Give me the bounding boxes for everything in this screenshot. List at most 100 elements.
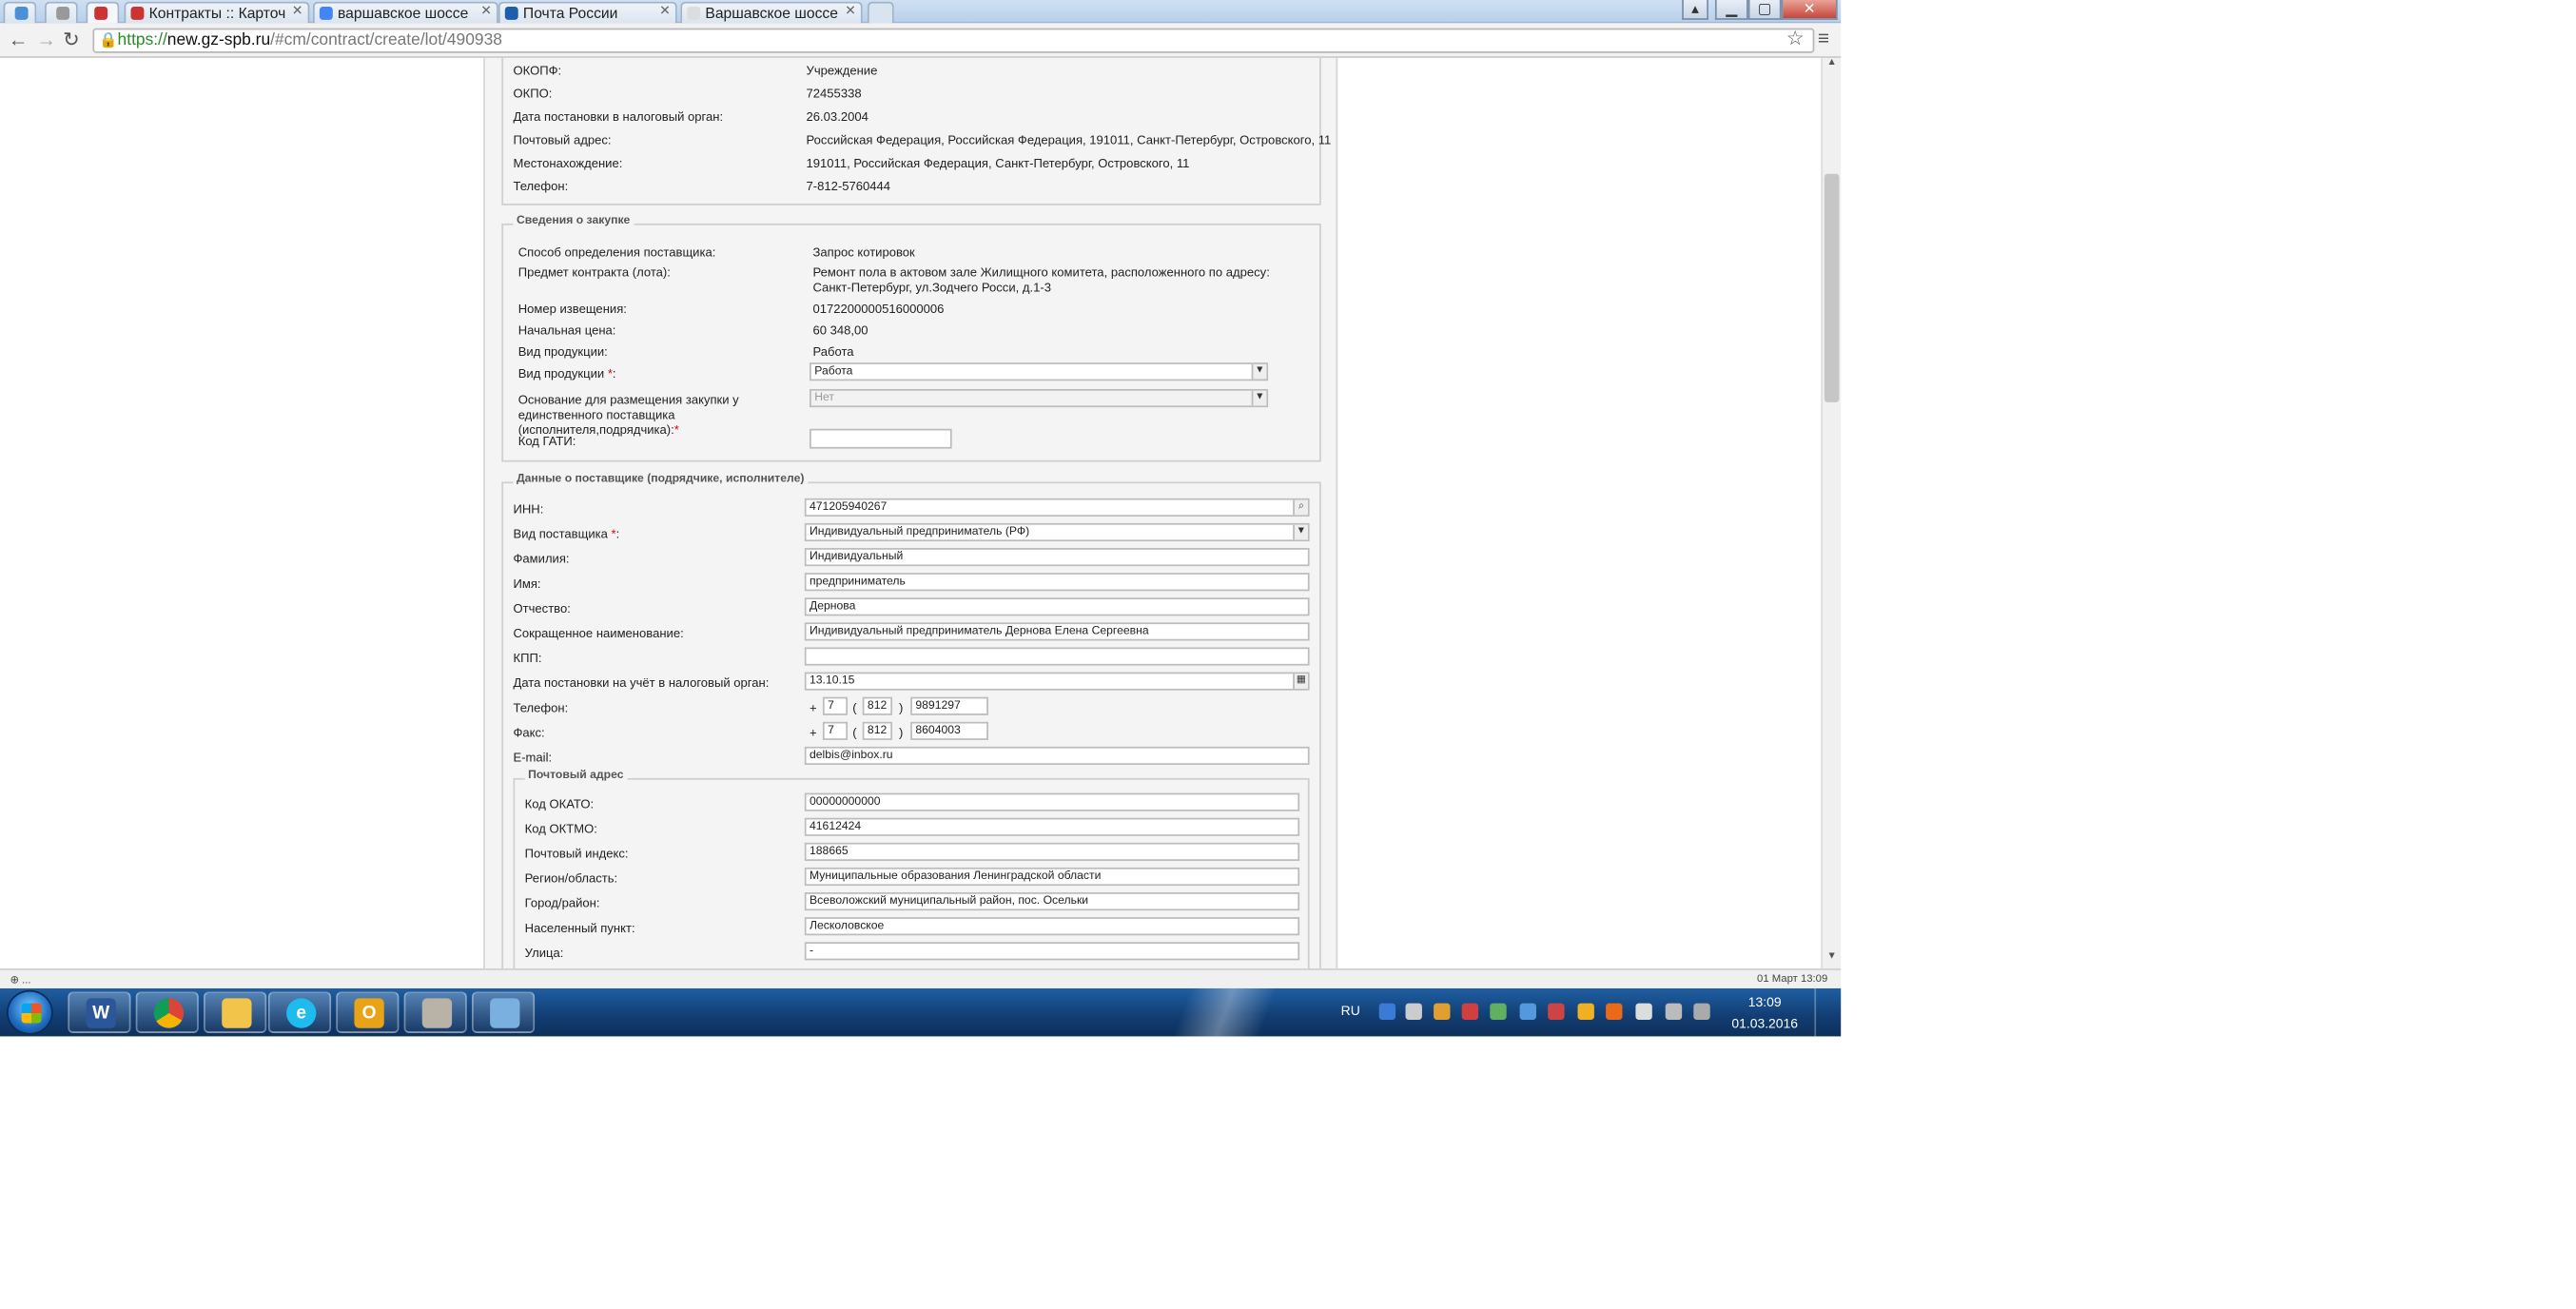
show-desktop-button[interactable] [1814, 987, 1841, 1037]
supplier-type-value: Индивидуальный предприниматель (РФ) [810, 526, 1030, 538]
url-scheme: https:// [117, 31, 167, 50]
fax-number-input[interactable]: 8604003 [910, 721, 988, 740]
internet-explorer-icon: e [286, 998, 317, 1028]
device-icon[interactable] [1405, 1003, 1422, 1021]
email-input[interactable]: delbis@inbox.ru [804, 746, 1310, 766]
tab-pinned-1[interactable] [3, 1, 37, 24]
single-basis-select[interactable]: Нет ▼ [810, 388, 1269, 408]
supplier-type-select[interactable]: Индивидуальный предприниматель (РФ) ▼ [804, 522, 1310, 542]
search-icon[interactable]: ⌕ [1293, 499, 1308, 516]
sync-icon[interactable] [1434, 1003, 1451, 1021]
bookmark-star-icon[interactable]: ☆ [1786, 27, 1805, 49]
network-icon[interactable] [1665, 1003, 1683, 1021]
close-tab-icon[interactable]: ✕ [845, 3, 856, 18]
product-type-value: Работа [812, 343, 854, 360]
address-bar[interactable]: 🔒 https://new.gz-spb.ru/#cm/contract/cre… [92, 28, 1815, 53]
tab-contracts[interactable]: Контракты :: Карточ ✕ [124, 1, 310, 24]
oktmo-value: 41612424 [810, 821, 862, 833]
network-app-icon[interactable] [1519, 1003, 1536, 1021]
calendar-icon[interactable]: ▦ [1293, 674, 1308, 689]
plus-sign: + [810, 700, 817, 715]
close-button[interactable]: ✕ [1781, 0, 1838, 20]
fax-country-input[interactable]: 7 [822, 721, 849, 740]
language-indicator[interactable]: RU [1341, 1004, 1360, 1019]
app-icon [14, 6, 29, 20]
minimize-button[interactable]: ▁ [1714, 0, 1748, 20]
word-icon: W [86, 998, 116, 1028]
email-label: E-mail: [513, 750, 553, 766]
tab-google-search[interactable]: варшавское шоссе ✕ [312, 1, 498, 24]
scroll-up-icon[interactable]: ▲ [1823, 58, 1841, 74]
forward-icon[interactable]: → [36, 29, 56, 51]
post-icon [504, 6, 518, 20]
okato-input[interactable]: 00000000000 [804, 792, 1300, 811]
tab-current[interactable] [86, 1, 120, 24]
phone-code-input[interactable]: 812 [862, 696, 893, 715]
price-label: Начальная цена: [517, 322, 616, 339]
start-button[interactable] [6, 989, 53, 1035]
taskbar-ie[interactable]: e [267, 991, 332, 1033]
status-right: 01 Март 13:09 [1757, 973, 1828, 986]
paren-open: ( [852, 700, 857, 715]
gati-input[interactable] [810, 428, 952, 449]
taskbar-word[interactable]: W [68, 991, 131, 1033]
tab-pinned-2[interactable] [44, 1, 78, 24]
taskbar-paint[interactable] [471, 991, 536, 1033]
taskbar-app-scholar[interactable] [403, 991, 467, 1033]
first-name-input[interactable]: предприниматель [804, 573, 1310, 592]
menu-icon[interactable]: ≡ [1818, 27, 1829, 49]
last-name-input[interactable]: Индивидуальный [804, 548, 1310, 567]
kpp-input[interactable] [804, 647, 1310, 666]
region-input[interactable]: Муниципальные образования Ленинградской … [804, 867, 1300, 887]
postal-address-label: Почтовый адрес: [513, 132, 612, 147]
purchase-legend: Сведения о закупке [513, 215, 634, 227]
close-tab-icon[interactable]: ✕ [659, 3, 671, 18]
reload-icon[interactable]: ↻ [63, 29, 80, 51]
flag-icon[interactable] [1635, 1003, 1652, 1021]
first-name-label: Имя: [513, 576, 541, 592]
subject-value: Ремонт пола в актовом зале Жилищного ком… [812, 264, 1270, 295]
clock-time[interactable]: 13:09 [1748, 995, 1782, 1010]
short-name-input[interactable]: Индивидуальный предприниматель Дернова Е… [804, 622, 1310, 641]
close-tab-icon[interactable]: ✕ [292, 3, 303, 18]
index-input[interactable]: 188665 [804, 842, 1300, 861]
phone-number-input[interactable]: 9891297 [910, 696, 988, 715]
taskbar-chrome[interactable] [135, 991, 199, 1033]
volume-icon[interactable] [1693, 1003, 1710, 1021]
phone-country-input[interactable]: 7 [822, 696, 849, 715]
update-icon[interactable] [1490, 1003, 1507, 1021]
new-tab-button[interactable] [867, 1, 894, 24]
taskbar-outlook[interactable]: O [336, 991, 400, 1033]
vertical-scrollbar[interactable]: ▲ ▼ [1821, 57, 1842, 969]
back-icon[interactable]: ← [9, 29, 29, 51]
oktmo-label: Код ОКТМО: [524, 821, 597, 836]
street-input[interactable]: - [804, 942, 1300, 961]
tab-russian-post[interactable]: Почта России ✕ [498, 1, 677, 24]
scroll-thumb[interactable] [1824, 173, 1840, 402]
taskbar-explorer[interactable] [204, 991, 267, 1033]
supplier-tax-date-input[interactable]: 13.10.15 ▦ [804, 672, 1310, 691]
scroll-down-icon[interactable]: ▼ [1823, 952, 1841, 968]
user-icon[interactable]: ▴ [1682, 0, 1708, 20]
tab-wikipedia[interactable]: Варшавское шоссе ✕ [680, 1, 863, 24]
oktmo-input[interactable]: 41612424 [804, 817, 1300, 836]
city-input[interactable]: Всеволожский муниципальный район, пос. О… [804, 892, 1300, 911]
fax-code-input[interactable]: 812 [862, 721, 893, 740]
maximize-button[interactable]: ▢ [1747, 0, 1782, 20]
chevron-down-icon: ▼ [1251, 363, 1267, 380]
patronymic-input[interactable]: Дернова [804, 597, 1310, 616]
tool-icon[interactable] [1548, 1003, 1565, 1021]
clock-date[interactable]: 01.03.2016 [1731, 1017, 1798, 1032]
settlement-input[interactable]: Лесколовское [804, 917, 1300, 936]
close-tab-icon[interactable]: ✕ [480, 3, 492, 18]
method-value: Запрос котировок [812, 244, 915, 261]
product-type-select[interactable]: Работа ▼ [810, 362, 1269, 381]
tab-label: Варшавское шоссе [705, 5, 838, 22]
antivirus-icon[interactable] [1461, 1003, 1479, 1021]
bluetooth-icon[interactable] [1378, 1003, 1396, 1021]
mail-icon[interactable] [1606, 1003, 1623, 1021]
status-bar: ⊕ ... 01 Март 13:09 [0, 968, 1842, 988]
office-icon[interactable] [1577, 1003, 1594, 1021]
inn-input[interactable]: 471205940267 ⌕ [804, 498, 1310, 517]
page-content: ОКОПФ: Учреждение ОКПО: 72455338 Дата по… [0, 57, 1822, 969]
